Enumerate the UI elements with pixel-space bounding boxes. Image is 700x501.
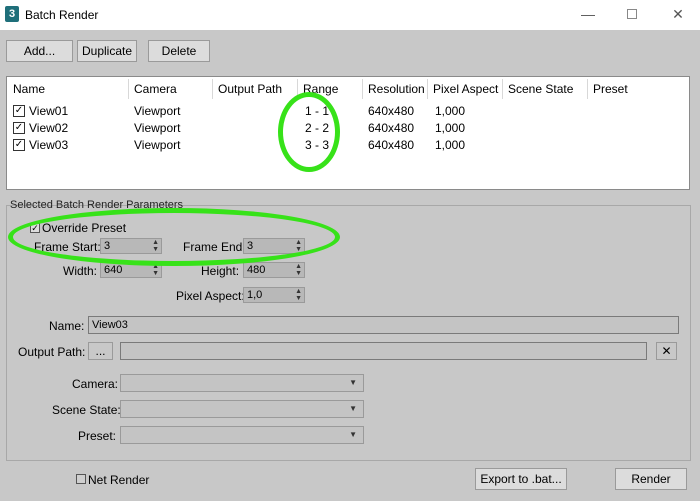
name-label: Name:	[49, 319, 85, 333]
column-divider[interactable]	[587, 79, 588, 99]
spinner-arrows-icon[interactable]: ▲ ▼	[295, 239, 302, 253]
parameters-group-title: Selected Batch Render Parameters	[10, 199, 184, 211]
width-label: Width:	[63, 264, 98, 278]
window-title: Batch Render	[25, 8, 99, 22]
duplicate-button[interactable]: Duplicate	[77, 40, 137, 62]
minimize-button[interactable]: —	[568, 2, 608, 26]
pixel-aspect-value[interactable]: 1,0	[247, 289, 262, 301]
width-spinner[interactable]: 640 ▲ ▼	[100, 262, 162, 278]
spinner-arrows-icon[interactable]: ▲ ▼	[295, 288, 302, 302]
row-camera: Viewport	[134, 104, 181, 118]
row-pixel-aspect: 1,000	[435, 138, 466, 152]
spinner-arrows-icon[interactable]: ▲ ▼	[295, 263, 302, 277]
chevron-down-icon: ▼	[349, 378, 357, 387]
column-header-output-path[interactable]: Output Path	[218, 82, 282, 96]
table-row[interactable]: ✓ View02 Viewport 2 - 2 640x480 1,000	[7, 121, 689, 137]
title-bar: 3 Batch Render — ✕	[0, 0, 700, 30]
row-pixel-aspect: 1,000	[435, 121, 466, 135]
column-divider[interactable]	[427, 79, 428, 99]
output-path-label: Output Path:	[18, 345, 86, 359]
height-value[interactable]: 480	[247, 264, 265, 276]
column-divider[interactable]	[502, 79, 503, 99]
frame-end-label: Frame End:	[183, 240, 246, 254]
height-label: Height:	[201, 264, 240, 278]
column-divider[interactable]	[297, 79, 298, 99]
spinner-arrows-icon[interactable]: ▲ ▼	[152, 239, 159, 253]
column-header-name[interactable]: Name	[13, 82, 45, 96]
override-preset-checkbox[interactable]: ✓	[30, 223, 40, 233]
spinner-arrows-icon[interactable]: ▲ ▼	[152, 263, 159, 277]
camera-dropdown[interactable]: ▼	[120, 374, 364, 392]
net-render-checkbox[interactable]	[76, 474, 86, 484]
column-divider[interactable]	[362, 79, 363, 99]
name-field[interactable]: View03	[88, 316, 679, 334]
column-header-scene-state[interactable]: Scene State	[508, 82, 573, 96]
column-header-camera[interactable]: Camera	[134, 82, 177, 96]
column-divider[interactable]	[128, 79, 129, 99]
maximize-icon	[627, 9, 637, 19]
camera-label: Camera:	[72, 377, 119, 391]
add-button[interactable]: Add...	[6, 40, 73, 62]
scene-state-dropdown[interactable]: ▼	[120, 400, 364, 418]
row-camera: Viewport	[134, 121, 181, 135]
row-range: 2 - 2	[305, 121, 330, 135]
width-value[interactable]: 640	[104, 264, 122, 276]
row-range: 1 - 1	[305, 104, 330, 118]
pixel-aspect-label: Pixel Aspect:	[176, 289, 245, 303]
render-button[interactable]: Render	[615, 468, 687, 490]
chevron-down-icon: ▼	[349, 430, 357, 439]
row-name: View02	[29, 121, 69, 135]
preset-label: Preset:	[78, 429, 117, 443]
row-checkbox[interactable]: ✓	[13, 105, 25, 117]
column-header-resolution[interactable]: Resolution	[368, 82, 425, 96]
column-divider[interactable]	[212, 79, 213, 99]
pixel-aspect-spinner[interactable]: 1,0 ▲ ▼	[243, 287, 305, 303]
browse-button[interactable]: ...	[88, 342, 113, 360]
chevron-down-icon: ▼	[349, 404, 357, 413]
export-to-bat-button[interactable]: Export to .bat...	[475, 468, 567, 490]
clear-path-icon[interactable]: ✕	[656, 342, 677, 360]
net-render-label: Net Render	[88, 473, 150, 487]
row-resolution: 640x480	[368, 121, 415, 135]
frame-start-value[interactable]: 3	[104, 240, 110, 252]
frame-start-label: Frame Start:	[34, 240, 101, 254]
row-pixel-aspect: 1,000	[435, 104, 466, 118]
scene-state-label: Scene State:	[52, 403, 121, 417]
row-checkbox[interactable]: ✓	[13, 139, 25, 151]
table-row[interactable]: ✓ View03 Viewport 3 - 3 640x480 1,000	[7, 138, 689, 154]
frame-start-spinner[interactable]: 3 ▲ ▼	[100, 238, 162, 254]
batch-list[interactable]: Name Camera Output Path Range Resolution…	[6, 76, 690, 190]
preset-dropdown[interactable]: ▼	[120, 426, 364, 444]
row-resolution: 640x480	[368, 104, 415, 118]
column-header-pixel-aspect[interactable]: Pixel Aspect	[433, 82, 498, 96]
close-button[interactable]: ✕	[658, 2, 698, 26]
row-resolution: 640x480	[368, 138, 415, 152]
delete-button[interactable]: Delete	[148, 40, 210, 62]
height-spinner[interactable]: 480 ▲ ▼	[243, 262, 305, 278]
table-row[interactable]: ✓ View01 Viewport 1 - 1 640x480 1,000	[7, 104, 689, 120]
row-range: 3 - 3	[305, 138, 330, 152]
maximize-button[interactable]	[612, 2, 652, 26]
row-camera: Viewport	[134, 138, 181, 152]
row-checkbox[interactable]: ✓	[13, 122, 25, 134]
row-name: View03	[29, 138, 69, 152]
column-header-preset[interactable]: Preset	[593, 82, 628, 96]
frame-end-value[interactable]: 3	[247, 240, 253, 252]
column-header-range[interactable]: Range	[303, 82, 338, 96]
frame-end-spinner[interactable]: 3 ▲ ▼	[243, 238, 305, 254]
row-name: View01	[29, 104, 69, 118]
output-path-field[interactable]	[120, 342, 647, 360]
app-icon: 3	[5, 6, 19, 22]
override-preset-label: Override Preset	[42, 221, 127, 235]
